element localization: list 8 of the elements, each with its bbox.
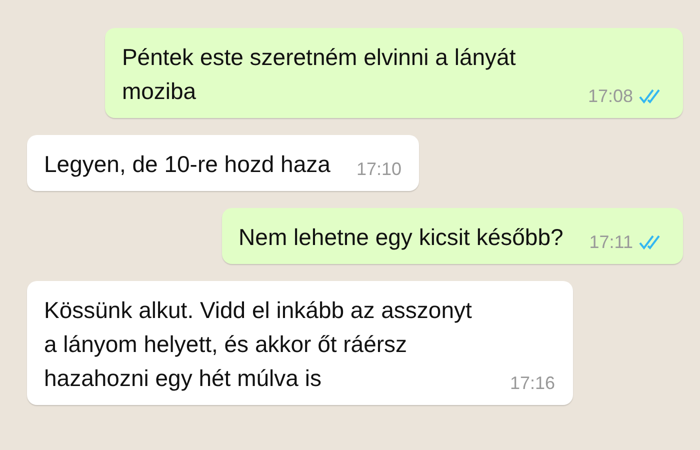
message-text: Nem lehetne egy kicsit később?: [238, 223, 564, 252]
message-time: 17:10: [356, 158, 402, 181]
message-time: 17:11: [589, 231, 633, 254]
message-time: 17:08: [588, 85, 633, 108]
message-text: Péntek este szeretném elvinni a lányát moziba: [122, 43, 517, 106]
message-time: 17:16: [510, 372, 556, 395]
message-text: Kössünk alkut. Vidd el inkább az asszonyt a lányom helyett, és akkor őt ráérsz hazahozni egy hét múlva is: [44, 296, 473, 393]
message-text: Legyen, de 10-re hozd haza: [44, 150, 330, 179]
